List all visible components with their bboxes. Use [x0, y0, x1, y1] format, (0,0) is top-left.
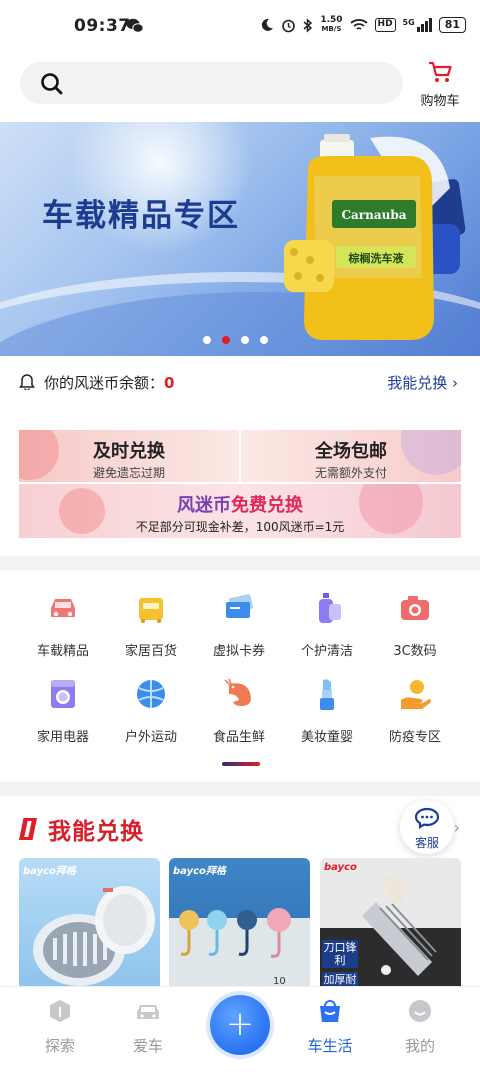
category-label: 家居百货 [124, 644, 177, 659]
category-label: 车载精品 [36, 644, 89, 659]
category-personal-care[interactable]: 个护清洁 [283, 590, 371, 659]
banner-dot[interactable] [241, 336, 249, 344]
category-label: 食品生鲜 [212, 730, 265, 745]
publish-button[interactable]: + [210, 995, 270, 1055]
hand-icon [401, 680, 431, 709]
section-flag-icon [19, 818, 37, 840]
car-icon [51, 599, 75, 617]
search-icon [41, 73, 63, 95]
cleaning-icon [319, 593, 341, 623]
nav-label: 爱车 [132, 1037, 163, 1055]
car-nav-icon [137, 1005, 159, 1019]
chevron-right-icon: › [452, 374, 458, 392]
banner-dot[interactable] [260, 336, 268, 344]
signal-indicator: 5G [403, 18, 432, 32]
washer-icon [51, 680, 75, 708]
category-label: 防疫专区 [388, 730, 441, 745]
redeem-section: 我能兑换 客服 › bayco拜格 bayco拜格 10 bayco 刀口锋利 … [0, 796, 480, 988]
nav-car-life[interactable]: 车生活 [300, 999, 360, 1056]
search-input[interactable] [20, 62, 403, 104]
product-tag: 刀口锋利 [322, 940, 358, 968]
card-icon [226, 594, 253, 618]
shrimp-icon [224, 678, 251, 706]
promo-free-redeem[interactable]: 风迷币免费兑换 不足部分可现金补差，100风迷币=1元 [19, 484, 461, 538]
product-image-soap-dish [33, 886, 155, 986]
category-fresh-food[interactable]: 食品生鲜 [195, 676, 283, 745]
promo-section: 及时兑换 避免遗忘过期 全场包邮 无需额外支付 风迷币免费兑换 不足部分可现金补… [0, 408, 480, 556]
svg-text:Carnauba: Carnauba [341, 208, 406, 222]
cart-label: 购物车 [420, 94, 460, 109]
points-balance-row: 你的风迷币余额：0 我能兑换 › [0, 356, 480, 408]
product-image-grater [320, 876, 461, 988]
category-outdoor-sports[interactable]: 户外运动 [107, 676, 195, 745]
bell-icon [19, 374, 35, 390]
product-card[interactable]: bayco拜格 [19, 858, 160, 988]
explore-icon [50, 1000, 70, 1022]
category-label: 美妆童婴 [300, 730, 353, 745]
profile-icon [409, 1000, 431, 1022]
nav-mine[interactable]: 我的 [390, 999, 450, 1056]
category-virtual-cards[interactable]: 虚拟卡券 [195, 590, 283, 659]
nav-label: 探索 [44, 1037, 75, 1055]
promo-banner[interactable]: 车载精品专区 Carnauba 棕榈洗车液 [0, 122, 480, 356]
promo-timely-redeem[interactable]: 及时兑换 避免遗忘过期 [19, 430, 239, 482]
top-header: 购物车 [0, 54, 480, 122]
category-label: 3C数码 [393, 644, 437, 659]
banner-product-image: Carnauba 棕榈洗车液 [284, 134, 466, 340]
alarm-icon [282, 19, 296, 32]
points-label: 你的风迷币余额：0 [44, 374, 175, 392]
shopping-bag-icon [320, 1000, 340, 1022]
home-goods-icon [139, 598, 163, 623]
category-epidemic-prevention[interactable]: 防疫专区 [371, 676, 459, 745]
category-beauty-baby[interactable]: 美妆童婴 [283, 676, 371, 745]
nav-explore[interactable]: 探索 [30, 999, 90, 1056]
category-label: 虚拟卡券 [212, 644, 265, 659]
wifi-icon [349, 19, 368, 30]
category-home-appliances[interactable]: 家用电器 [19, 676, 107, 745]
product-card[interactable]: bayco拜格 10 [169, 858, 310, 988]
banner-pagination [203, 336, 268, 344]
points-value: 0 [164, 374, 175, 392]
redeem-link[interactable]: 我能兑换 › [387, 372, 458, 393]
category-label: 户外运动 [124, 730, 177, 745]
category-label: 家用电器 [36, 730, 89, 745]
banner-dot[interactable] [203, 336, 211, 344]
chevron-right-icon[interactable]: › [454, 818, 460, 837]
chat-icon [414, 807, 440, 829]
status-time: 09:37 [74, 16, 131, 36]
lipstick-icon [320, 679, 334, 710]
network-speed: 1.50 MB/S [320, 15, 343, 34]
plus-icon: + [225, 1004, 255, 1044]
hd-badge: HD [374, 18, 396, 32]
wechat-icon [126, 18, 144, 33]
nav-label: 车生活 [307, 1037, 353, 1055]
moon-icon [262, 18, 274, 31]
customer-service-button[interactable]: 客服 [400, 800, 454, 854]
banner-title: 车载精品专区 [42, 198, 240, 234]
banner-dot-active[interactable] [222, 336, 230, 344]
section-title: 我能兑换 [48, 819, 144, 845]
battery-indicator: 81 [438, 17, 466, 33]
category-label: 个护清洁 [300, 644, 353, 659]
promo-free-shipping[interactable]: 全场包邮 无需额外支付 [241, 430, 461, 482]
svg-text:棕榈洗车液: 棕榈洗车液 [348, 251, 405, 265]
nav-label: 我的 [404, 1037, 435, 1055]
category-3c-digital[interactable]: 3C数码 [371, 590, 459, 659]
ball-icon [137, 680, 165, 708]
bluetooth-icon [303, 17, 313, 33]
cart-button[interactable]: 购物车 [418, 60, 462, 109]
cart-icon [429, 61, 452, 82]
nav-my-car[interactable]: 爱车 [118, 999, 178, 1056]
status-bar: 09:37 1.50 MB/S HD 5G 81 [0, 0, 480, 54]
category-home-goods[interactable]: 家居百货 [107, 590, 195, 659]
category-page-indicator [222, 762, 260, 766]
product-card[interactable]: bayco 刀口锋利 加厚耐用 [320, 858, 461, 988]
customer-service-label: 客服 [414, 836, 439, 850]
category-grid: 车载精品 家居百货 虚拟卡券 个护清洁 3C数码 家用电器 户外运动 食品生鲜 … [0, 570, 480, 782]
camera-icon [401, 596, 429, 620]
category-car-accessories[interactable]: 车载精品 [19, 590, 107, 659]
bottom-nav: 探索 爱车 + 车生活 我的 [0, 986, 480, 1072]
product-image-hooks: 10 [169, 908, 310, 988]
